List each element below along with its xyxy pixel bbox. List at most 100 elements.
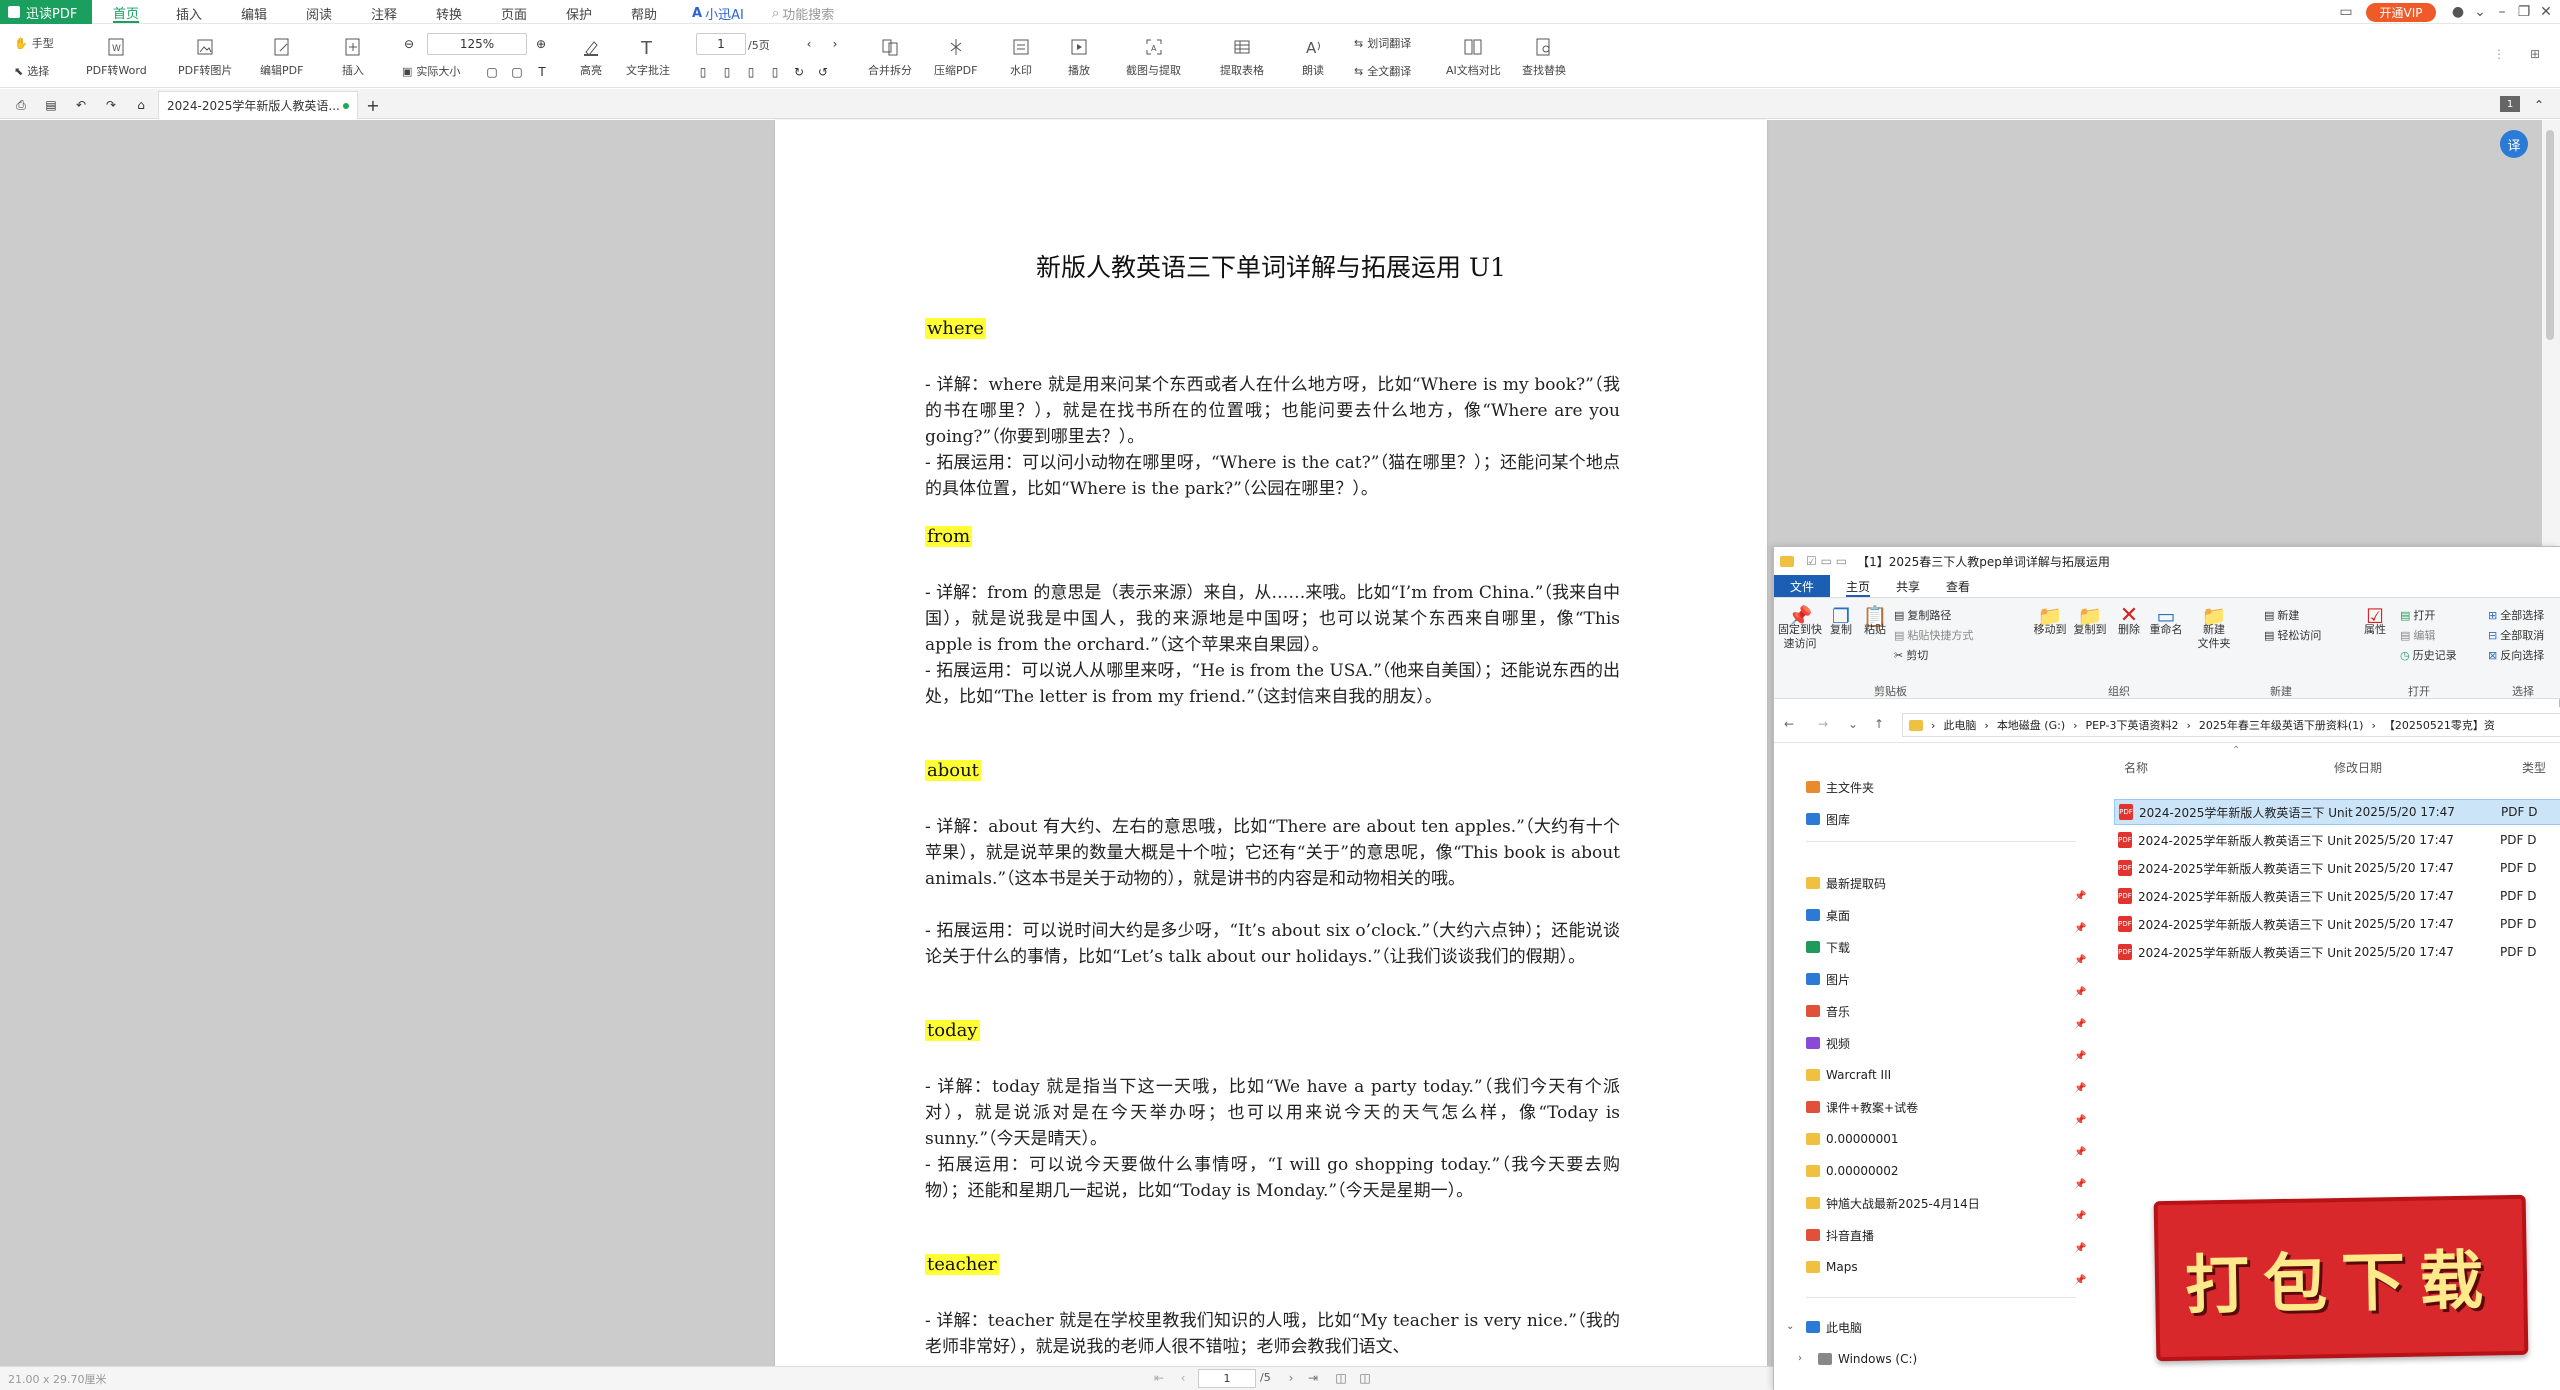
nav-item[interactable]: 0.00000002 [1806,1161,1899,1181]
nav-item-drive-c[interactable]: Windows (C:) [1818,1349,1917,1369]
zoom-out-icon[interactable]: ⊖ [400,35,418,53]
breadcrumb-item[interactable]: 本地磁盘 (G:) [1997,717,2065,733]
nav-item[interactable]: 抖音直播 [1806,1225,1874,1245]
expand-icon[interactable]: ⌄ [1786,1321,1794,1332]
status-page-input[interactable]: 1 [1198,1369,1256,1388]
select-tool-button[interactable]: ⬉ 选择 [14,63,49,79]
minimize-icon[interactable]: – [2492,2,2512,22]
file-row[interactable]: PDF 2024-2025学年新版人教英语三下 Unit ... 2025/5/20… [2114,855,2560,881]
nav-item[interactable]: 音乐 [1806,1001,1850,1021]
compress-button[interactable]: 压缩PDF [934,36,977,78]
history-button[interactable]: ◷ 历史记录 [2400,647,2457,663]
prev-page-status-icon[interactable]: ‹ [1174,1369,1192,1387]
word-translate-button[interactable]: ⇆ 划词翻译 [1354,35,1411,51]
zoom-in-icon[interactable]: ⊕ [532,35,550,53]
pin-icon[interactable]: 📌 [2074,1083,2086,1094]
scrollbar-thumb[interactable] [2546,130,2554,340]
column-date[interactable]: 修改日期 [2334,759,2382,776]
pin-icon[interactable]: 📌 [2074,1019,2086,1030]
edit-pdf-button[interactable]: 编辑PDF [260,36,303,78]
paste-shortcut-button[interactable]: ▤ 粘贴快捷方式 [1894,627,1973,643]
next-page-status-icon[interactable]: › [1282,1369,1300,1387]
pin-icon[interactable]: 📌 [2074,1275,2086,1286]
more-icon[interactable]: ⋮ [2490,45,2508,63]
properties-button[interactable]: ☑ 属性 [2360,606,2390,637]
rename-button[interactable]: ▭ 重命名 [2148,606,2184,637]
pin-icon[interactable]: 📌 [2074,1211,2086,1222]
save-icon[interactable]: ▤ [42,96,60,114]
screenshot-button[interactable]: A 截图与提取 [1126,36,1181,78]
prev-page-icon[interactable]: ‹ [800,35,818,53]
breadcrumb-item[interactable]: 【20250521零克】资 [2384,717,2495,733]
nav-item[interactable]: 图片 [1806,969,1850,989]
up-icon[interactable]: ↑ [1874,717,1884,731]
pin-quick-access-button[interactable]: 📌 固定到快 速访问 [1778,606,1822,651]
breadcrumb-item[interactable]: 此电脑 [1943,717,1976,733]
nav-item-this-pc[interactable]: 此电脑 [1806,1317,1862,1337]
pin-icon[interactable]: 📌 [2074,1243,2086,1254]
find-replace-button[interactable]: 查找替换 [1522,36,1566,78]
document-tab[interactable]: 2024-2025学年新版人教英语... [158,91,358,119]
pin-icon[interactable]: 📌 [2074,1115,2086,1126]
restore-icon[interactable]: ❐ [2514,2,2534,22]
redo-icon[interactable]: ↷ [102,96,120,114]
select-all-button[interactable]: ⊞ 全部选择 [2488,607,2544,623]
tab-insert[interactable]: 插入 [176,3,202,23]
actual-size-button[interactable]: ▣ 实际大小 [402,63,460,79]
vip-button[interactable]: 开通VIP [2366,3,2436,22]
explorer-tab-home[interactable]: 主页 [1846,578,1871,597]
nav-item[interactable]: 图库 [1806,809,1850,829]
tab-protect[interactable]: 保护 [566,3,592,23]
merge-split-button[interactable]: 合并拆分 [868,36,912,78]
nav-item[interactable]: 下载 [1806,937,1850,957]
download-package-banner[interactable]: 打包下载 [2153,1194,2529,1362]
explorer-tab-view[interactable]: 查看 [1946,578,1970,595]
edit-button[interactable]: ▤ 编辑 [2400,627,2435,643]
highlight-button[interactable]: 高亮 [580,36,602,78]
forward-icon[interactable]: → [1818,717,1828,731]
column-name[interactable]: 名称 [2124,759,2148,776]
column-type[interactable]: 类型 [2522,759,2546,776]
thumbnail-icon[interactable]: ◫ [1356,1369,1374,1387]
file-row[interactable]: PDF 2024-2025学年新版人教英语三下 Unit ... 2025/5/20… [2114,883,2560,909]
tab-ai[interactable]: A 小迅AI [692,3,744,23]
move-to-button[interactable]: 📁 移动到 [2032,606,2068,637]
read-aloud-button[interactable]: A 朗读 [1302,36,1324,78]
refresh-icon[interactable]: ↺ [814,63,832,81]
pin-icon[interactable]: 📌 [2074,987,2086,998]
message-icon[interactable]: ▭ [2336,2,2356,22]
text-size-icon[interactable]: T [533,63,551,81]
print-icon[interactable]: ⎙ [12,96,30,114]
tab-annotate[interactable]: 注释 [371,3,397,23]
tab-edit[interactable]: 编辑 [241,3,267,23]
file-row[interactable]: PDF 2024-2025学年新版人教英语三下 Unit ... 2025/5/20… [2114,939,2560,965]
pin-icon[interactable]: 📌 [2074,923,2086,934]
recent-icon[interactable]: ⌄ [1848,717,1858,731]
continuous-icon[interactable]: ▯ [742,63,760,81]
feature-search[interactable]: ⌕ 功能搜索 [772,3,834,23]
insert-button[interactable]: 插入 [342,36,364,78]
file-row[interactable]: PDF 2024-2025学年新版人教英语三下 Unit ... 2025/5/20… [2114,911,2560,937]
double-page-icon[interactable]: ▯ [718,63,736,81]
nav-item[interactable]: 0.00000001 [1806,1129,1899,1149]
file-row[interactable]: PDF 2024-2025学年新版人教英语三下 Unit ... 2025/5/20… [2114,799,2560,825]
undo-icon[interactable]: ↶ [72,96,90,114]
home-icon[interactable]: ⌂ [132,96,150,114]
text-note-button[interactable]: T 文字批注 [626,36,670,78]
tab-convert[interactable]: 转换 [436,3,462,23]
bookmark-icon[interactable]: ◫ [1332,1369,1350,1387]
nav-item[interactable]: 视频 [1806,1033,1850,1053]
select-none-button[interactable]: ⊟ 全部取消 [2488,627,2544,643]
collapse-icon[interactable]: ⌃ [2530,96,2548,114]
file-row[interactable]: PDF 2024-2025学年新版人教英语三下 Unit ... 2025/5/20… [2114,827,2560,853]
breadcrumb-item[interactable]: 2025年春三年级英语下册资料(1) [2199,717,2364,733]
watermark-button[interactable]: 水印 [1010,36,1032,78]
pin-icon[interactable]: 📌 [2074,1147,2086,1158]
dropdown-icon[interactable]: ⌄ [2470,2,2490,22]
new-item-button[interactable]: ▤ 新建 [2264,607,2299,623]
hand-tool-button[interactable]: ✋ 手型 [14,35,54,51]
first-page-icon[interactable]: ⇤ [1150,1369,1168,1387]
explorer-tab-file[interactable]: 文件 [1774,575,1830,597]
tab-home[interactable]: 首页 [113,3,140,23]
nav-item[interactable]: 课件+教案+试卷 [1806,1097,1918,1117]
